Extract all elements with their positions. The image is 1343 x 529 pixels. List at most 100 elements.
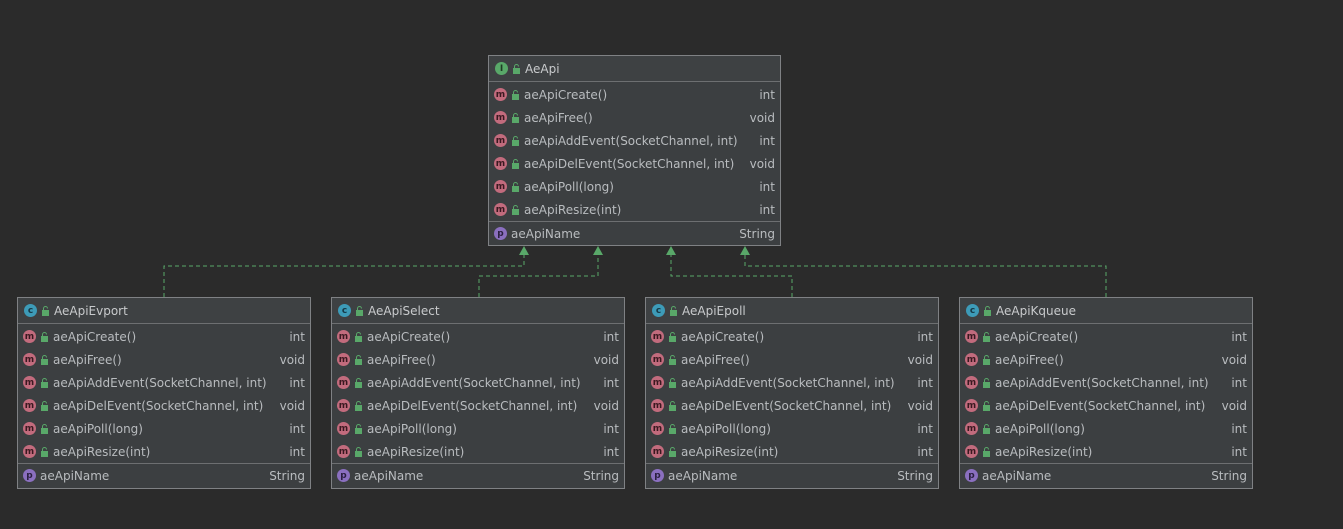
method-name: aeApiFree() [995, 352, 1064, 367]
method-row[interactable]: m aeApiResize(int) int [18, 440, 310, 463]
method-return-type: void [1221, 398, 1247, 413]
method-row[interactable]: m aeApiPoll(long) int [18, 417, 310, 440]
method-row[interactable]: m aeApiFree() void [332, 348, 624, 371]
class-aeapievport[interactable]: c AeApiEvport m aeApiCreate() int m aeApiFree(… [17, 297, 311, 489]
method-row[interactable]: m aeApiPoll(long) int [960, 417, 1252, 440]
method-return-type: void [593, 398, 619, 413]
method-icon: m [23, 422, 36, 435]
property-name: aeApiName [982, 468, 1052, 483]
class-aeapiselect[interactable]: c AeApiSelect m aeApiCreate() int m aeApiFree(… [331, 297, 625, 489]
property-icon: p [337, 469, 350, 482]
method-icon: m [651, 353, 664, 366]
method-row[interactable]: m aeApiAddEvent(SocketChannel, int) int [489, 129, 780, 152]
method-return-type: int [289, 421, 305, 436]
method-row[interactable]: m aeApiFree() void [960, 348, 1252, 371]
method-row[interactable]: m aeApiDelEvent(SocketChannel, int) void [960, 394, 1252, 417]
property-row[interactable]: p aeApiName String [18, 464, 310, 487]
method-name: aeApiPoll(long) [53, 421, 143, 436]
method-name: aeApiCreate() [995, 329, 1079, 344]
method-row[interactable]: m aeApiPoll(long) int [489, 175, 780, 198]
method-return-type: int [917, 329, 933, 344]
method-row[interactable]: m aeApiFree() void [489, 106, 780, 129]
method-row[interactable]: m aeApiResize(int) int [646, 440, 938, 463]
method-icon: m [337, 422, 350, 435]
property-icon: p [494, 227, 507, 240]
class-header: c AeApiKqueue [960, 298, 1252, 324]
method-name: aeApiResize(int) [53, 444, 151, 459]
method-return-type: int [603, 444, 619, 459]
method-return-type: int [1231, 375, 1247, 390]
method-row[interactable]: m aeApiFree() void [646, 348, 938, 371]
lock-icon [40, 331, 49, 342]
method-return-type: void [279, 398, 305, 413]
class-header: c AeApiSelect [332, 298, 624, 324]
property-row[interactable]: p aeApiName String [646, 464, 938, 487]
method-name: aeApiFree() [524, 110, 593, 125]
property-type: String [1211, 468, 1247, 483]
lock-icon [355, 305, 364, 316]
method-name: aeApiPoll(long) [995, 421, 1085, 436]
class-methods: m aeApiCreate() int m aeApiFree() void m aeApiA… [332, 324, 624, 463]
property-type: String [583, 468, 619, 483]
method-return-type: int [759, 202, 775, 217]
method-row[interactable]: m aeApiResize(int) int [332, 440, 624, 463]
method-row[interactable]: m aeApiResize(int) int [489, 198, 780, 221]
method-row[interactable]: m aeApiDelEvent(SocketChannel, int) void [18, 394, 310, 417]
method-return-type: int [917, 421, 933, 436]
method-row[interactable]: m aeApiAddEvent(SocketChannel, int) int [18, 371, 310, 394]
method-row[interactable]: m aeApiDelEvent(SocketChannel, int) void [646, 394, 938, 417]
method-name: aeApiPoll(long) [524, 179, 614, 194]
edge-kqueue [744, 254, 1107, 297]
method-return-type: int [603, 329, 619, 344]
method-row[interactable]: m aeApiCreate() int [646, 325, 938, 348]
method-row[interactable]: m aeApiAddEvent(SocketChannel, int) int [646, 371, 938, 394]
class-icon: c [338, 304, 351, 317]
lock-icon [511, 181, 520, 192]
class-aeapiepoll[interactable]: c AeApiEpoll m aeApiCreate() int m aeApiFree()… [645, 297, 939, 489]
property-type: String [269, 468, 305, 483]
lock-icon [354, 331, 363, 342]
method-row[interactable]: m aeApiCreate() int [960, 325, 1252, 348]
lock-icon [354, 446, 363, 457]
method-return-type: void [749, 110, 775, 125]
lock-icon [511, 135, 520, 146]
method-name: aeApiPoll(long) [681, 421, 771, 436]
lock-icon [668, 377, 677, 388]
method-row[interactable]: m aeApiDelEvent(SocketChannel, int) void [332, 394, 624, 417]
class-aeapikqueue[interactable]: c AeApiKqueue m aeApiCreate() int m aeApiFree(… [959, 297, 1253, 489]
method-row[interactable]: m aeApiCreate() int [332, 325, 624, 348]
method-row[interactable]: m aeApiAddEvent(SocketChannel, int) int [332, 371, 624, 394]
property-name: aeApiName [40, 468, 110, 483]
method-icon: m [965, 353, 978, 366]
lock-icon [354, 354, 363, 365]
interface-methods: m aeApiCreate() int m aeApiFree() void m aeApiA… [489, 82, 780, 221]
class-icon: c [24, 304, 37, 317]
method-row[interactable]: m aeApiPoll(long) int [332, 417, 624, 440]
method-icon: m [651, 399, 664, 412]
method-name: aeApiCreate() [681, 329, 765, 344]
method-row[interactable]: m aeApiPoll(long) int [646, 417, 938, 440]
property-row[interactable]: p aeApiName String [960, 464, 1252, 487]
method-icon: m [494, 180, 507, 193]
method-row[interactable]: m aeApiCreate() int [489, 83, 780, 106]
method-name: aeApiDelEvent(SocketChannel, int) [367, 398, 578, 413]
method-row[interactable]: m aeApiDelEvent(SocketChannel, int) void [489, 152, 780, 175]
method-row[interactable]: m aeApiResize(int) int [960, 440, 1252, 463]
class-header: c AeApiEpoll [646, 298, 938, 324]
class-name: AeApiSelect [368, 303, 440, 318]
lock-icon [982, 446, 991, 457]
lock-icon [982, 377, 991, 388]
property-row[interactable]: p aeApiName String [489, 222, 780, 245]
method-return-type: int [917, 444, 933, 459]
method-name: aeApiFree() [367, 352, 436, 367]
class-methods: m aeApiCreate() int m aeApiFree() void m aeApiA… [960, 324, 1252, 463]
interface-aeapi[interactable]: I AeApi m aeApiCreate() int m aeApiFree() voi… [488, 55, 781, 246]
lock-icon [354, 400, 363, 411]
property-row[interactable]: p aeApiName String [332, 464, 624, 487]
method-row[interactable]: m aeApiAddEvent(SocketChannel, int) int [960, 371, 1252, 394]
class-name: AeApiEvport [54, 303, 128, 318]
method-row[interactable]: m aeApiFree() void [18, 348, 310, 371]
method-row[interactable]: m aeApiCreate() int [18, 325, 310, 348]
property-type: String [897, 468, 933, 483]
method-return-type: void [279, 352, 305, 367]
